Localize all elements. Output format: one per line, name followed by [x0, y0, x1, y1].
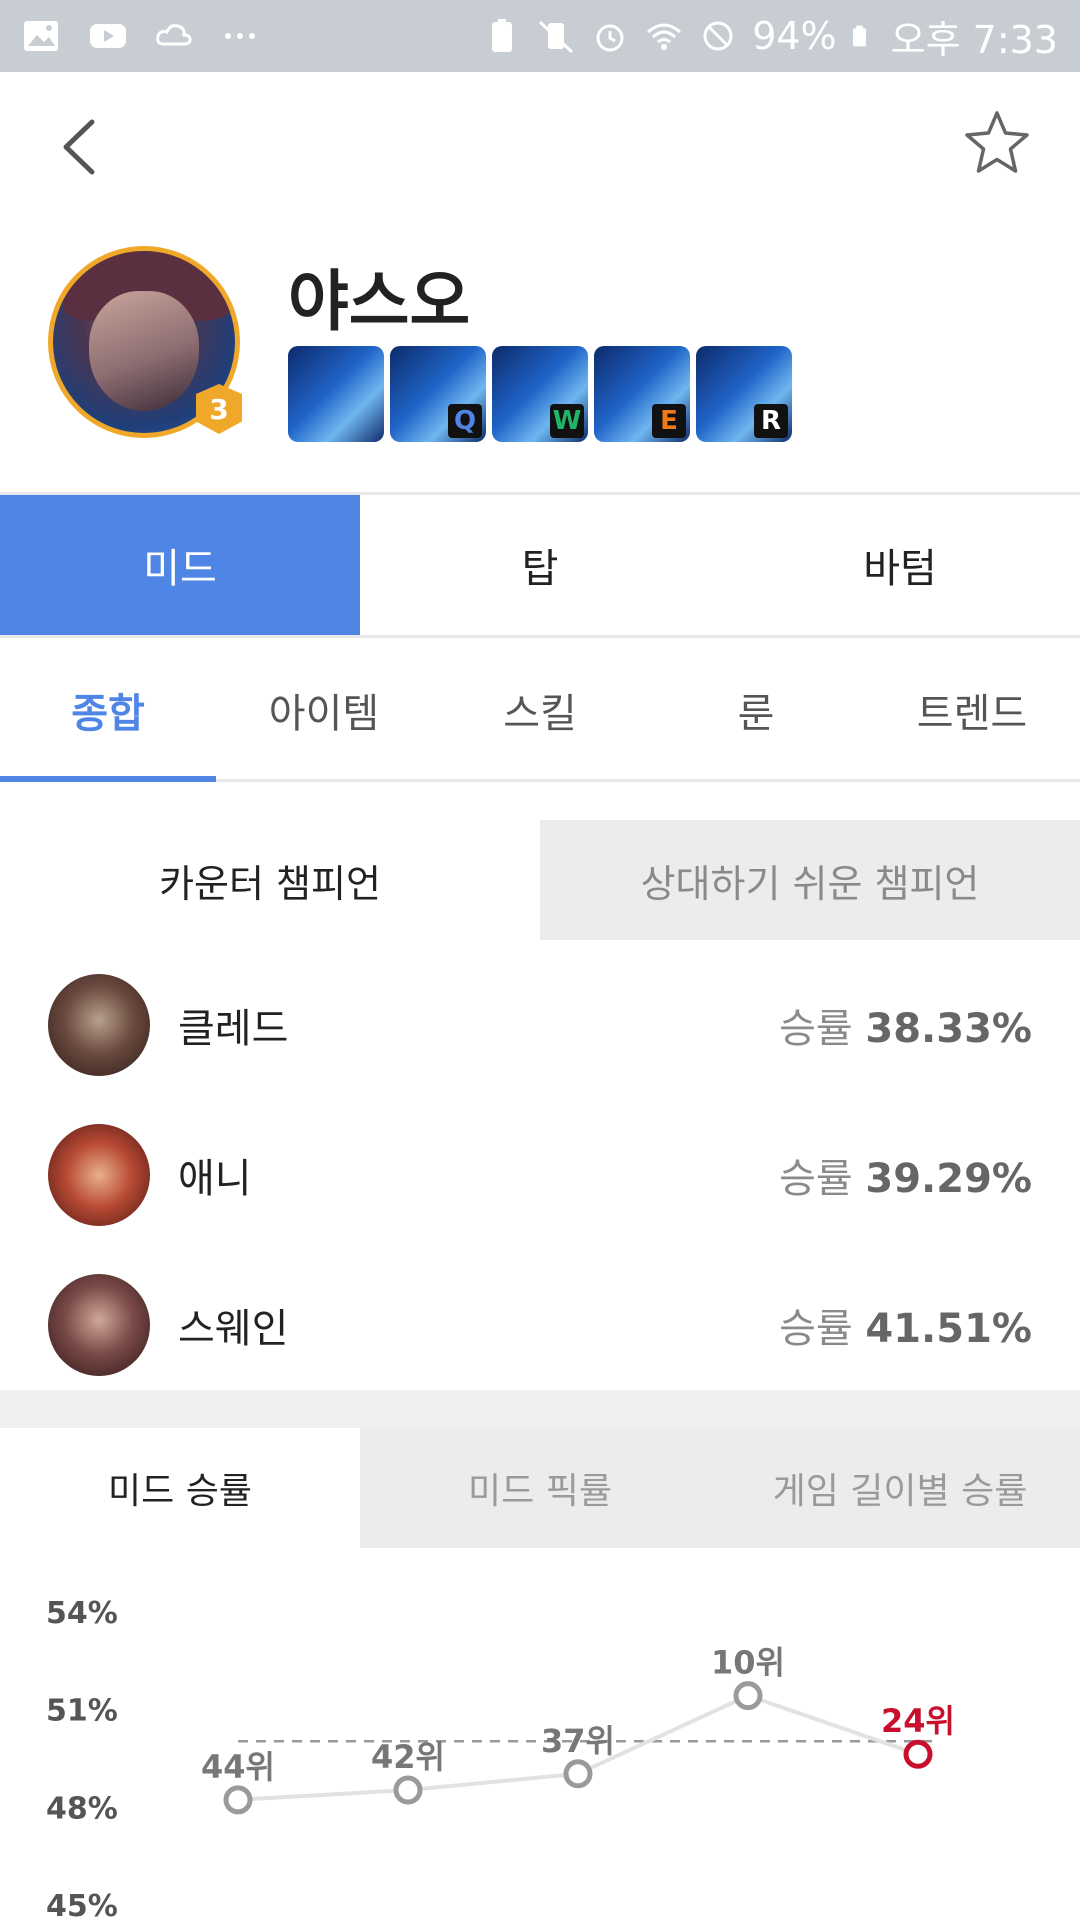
counter-rate: 승률 39.29%: [779, 1156, 1032, 1202]
data-label: 10위: [711, 1644, 785, 1682]
data-point: [223, 1785, 253, 1815]
counter-list: 클레드 승률 38.33% 애니 승률 39.29% 스웨인 승률 41.51%: [0, 950, 1080, 1400]
battery-percent: 94%: [752, 14, 837, 58]
y-tick-label: 48%: [46, 1791, 118, 1826]
skill-list: Q W E R: [288, 346, 792, 442]
tab-trends[interactable]: 트렌드: [864, 640, 1080, 779]
winrate-chart: 54% 51% 48% 45% 44위 42위 37위 10위 24위: [0, 1548, 1080, 1920]
wifi-icon: [647, 23, 682, 50]
champion-header: 3 야스오 Q W E R: [0, 220, 1080, 490]
counter-rate: 승률 41.51%: [779, 1306, 1032, 1352]
tab-runes[interactable]: 룬: [648, 640, 864, 779]
skill-key: Q: [448, 404, 482, 438]
clock: 오후 7:33: [890, 17, 1058, 62]
champion-avatar: [48, 974, 150, 1076]
champion-name: 야스오: [288, 263, 471, 340]
counter-name: 스웨인: [178, 1306, 289, 1352]
winrate-line-chart: 54% 51% 48% 45% 44위 42위 37위 10위 24위: [46, 1596, 955, 1920]
skill-key: E: [652, 404, 686, 438]
blocked-icon: [703, 21, 733, 51]
status-bar: 94% 오후 7:33: [0, 0, 1080, 72]
cloud-icon: [156, 24, 192, 46]
battery-saver-icon: [492, 19, 513, 52]
e-skill-icon[interactable]: E: [594, 346, 690, 442]
data-label: 24위: [881, 1702, 955, 1740]
tab-overview[interactable]: 종합: [0, 640, 216, 782]
data-point: [733, 1681, 763, 1711]
counter-name: 클레드: [178, 1006, 289, 1052]
battery-icon: [852, 25, 866, 47]
easy-champions-button[interactable]: 상대하기 쉬운 챔피언: [540, 820, 1080, 940]
tab-skills[interactable]: 스킬: [432, 640, 648, 779]
app-bar: [0, 72, 1080, 220]
y-tick-label: 51%: [46, 1694, 118, 1729]
chart-tabs: 미드 승률 미드 픽률 게임 길이별 승률: [0, 1428, 1080, 1548]
passive-skill-icon[interactable]: [288, 346, 384, 442]
more-icon: [225, 33, 255, 39]
tab-mid-winrate[interactable]: 미드 승률: [0, 1428, 360, 1548]
image-icon: [24, 21, 58, 51]
champion-level-badge: 3: [196, 384, 242, 434]
champion-avatar: [48, 1124, 150, 1226]
counter-toggle: 카운터 챔피언 상대하기 쉬운 챔피언: [0, 820, 1080, 940]
tab-winrate-by-length[interactable]: 게임 길이별 승률: [720, 1428, 1080, 1548]
skill-key: R: [754, 404, 788, 438]
list-item[interactable]: 애니 승률 39.29%: [0, 1100, 1080, 1250]
r-skill-icon[interactable]: R: [696, 346, 792, 442]
tab-mid[interactable]: 미드: [0, 495, 360, 635]
section-divider: [0, 1390, 1080, 1428]
counter-rate: 승률 38.33%: [779, 1006, 1032, 1052]
counter-champions-button[interactable]: 카운터 챔피언: [0, 820, 540, 940]
y-tick-label: 45%: [46, 1889, 118, 1920]
data-point: [563, 1759, 593, 1789]
y-tick-label: 54%: [46, 1596, 118, 1631]
tab-items[interactable]: 아이템: [216, 640, 432, 779]
counter-name: 애니: [178, 1156, 252, 1202]
q-skill-icon[interactable]: Q: [390, 346, 486, 442]
data-label: 44위: [201, 1748, 275, 1786]
chevron-left-icon[interactable]: [52, 112, 112, 182]
data-label: 42위: [371, 1738, 445, 1776]
data-point: [903, 1739, 933, 1769]
skill-key: W: [550, 404, 584, 438]
alarm-icon: [596, 24, 624, 52]
champion-avatar: [48, 1274, 150, 1376]
list-item[interactable]: 클레드 승률 38.33%: [0, 950, 1080, 1100]
w-skill-icon[interactable]: W: [492, 346, 588, 442]
data-label: 37위: [541, 1722, 615, 1760]
star-outline-icon[interactable]: [962, 108, 1032, 178]
sub-tabs: 종합 아이템 스킬 룬 트렌드: [0, 640, 1080, 782]
youtube-icon: [90, 24, 126, 48]
lane-tabs: 미드 탑 바텀: [0, 492, 1080, 638]
tab-bottom[interactable]: 바텀: [720, 495, 1080, 635]
list-item[interactable]: 스웨인 승률 41.51%: [0, 1250, 1080, 1400]
data-point: [393, 1775, 423, 1805]
vibrate-icon: [539, 20, 574, 54]
tab-top[interactable]: 탑: [360, 495, 720, 635]
tab-mid-pickrate[interactable]: 미드 픽률: [360, 1428, 720, 1548]
